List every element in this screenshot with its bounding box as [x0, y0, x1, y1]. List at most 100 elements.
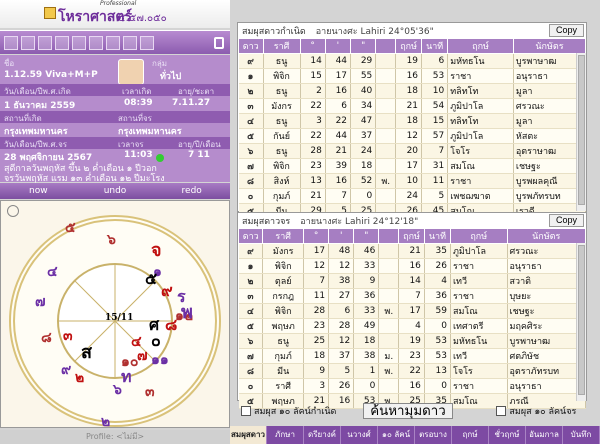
planet-glyph[interactable]: ๒	[75, 367, 84, 389]
planet-glyph[interactable]: ๕	[145, 267, 157, 292]
transit-time-value[interactable]: 11:03	[124, 150, 153, 160]
table-cell: 6	[328, 303, 355, 319]
planet-glyph[interactable]: ๖	[113, 379, 122, 401]
column-header[interactable]	[378, 228, 400, 244]
info-icon[interactable]	[140, 35, 154, 50]
scrollbar-thumb[interactable]	[578, 245, 585, 395]
tab-item[interactable]: อันมกาล	[526, 426, 563, 444]
table-row[interactable]: ๗กุมภ์ 18 37 38 ม. 23 53 เทวี ศตภิษัช	[238, 348, 587, 364]
column-header[interactable]: ฤกษ์	[398, 228, 425, 244]
table-row[interactable]: ๒ธนู 2 16 40 18 10 ทลิทโท มูลา	[238, 83, 587, 99]
document-icon[interactable]	[72, 35, 86, 50]
table-row[interactable]: ๙มังกร 17 48 46 21 35 ภูมิปาโล ศรวณะ	[238, 243, 587, 259]
table-row[interactable]: ๔พิจิก 28 6 33 พ. 17 59 สมโณ เชษฐะ	[238, 303, 587, 319]
house-number: ๙	[61, 362, 72, 378]
group-value[interactable]: ทั่วไป	[160, 69, 181, 83]
column-header[interactable]: นาที	[421, 38, 449, 54]
column-header[interactable]: ฤกษ์	[449, 228, 508, 244]
open-folder-icon[interactable]	[21, 35, 35, 50]
column-header[interactable]: ฤกษ์	[447, 38, 514, 54]
table-row[interactable]: ๐ราศี 3 26 0 16 0 ราชา อนุราธา	[238, 378, 587, 394]
table-cell: มูลา	[513, 83, 587, 99]
lock-icon[interactable]	[214, 36, 224, 49]
transit-ten-ascendant-checkbox[interactable]	[496, 406, 507, 416]
table-row[interactable]: ๘สิงห์ 13 16 52 พ. 10 11 ราชา บูรพผลคุณี	[238, 173, 587, 189]
table-row[interactable]: ๕กันย์ 22 44 37 12 57 ภูมิปาโล หัสตะ	[238, 128, 587, 144]
column-header[interactable]: ราศี	[262, 228, 305, 244]
tab-item[interactable]: ๑๐ ลัคน์	[378, 426, 415, 444]
tab-item[interactable]: นวางศ์	[341, 426, 378, 444]
column-header[interactable]: °	[299, 38, 326, 54]
birth-place-value[interactable]: กรุงเทพมหานคร	[4, 124, 68, 138]
planet-glyph[interactable]: ๐	[151, 329, 161, 354]
table-cell: 28	[303, 303, 330, 319]
list-icon[interactable]	[106, 35, 120, 50]
planet-glyph[interactable]: ส	[81, 337, 92, 366]
column-header[interactable]: "	[353, 228, 380, 244]
column-header[interactable]: ราศี	[262, 38, 301, 54]
table-row[interactable]: ๔ธนู 3 22 47 18 15 ทลิทโท มูลา	[238, 113, 587, 129]
tab-item[interactable]: ดรียางค์	[304, 426, 341, 444]
table-row[interactable]: ๕พฤษภ 23 28 49 4 0 เทศาตรี มฤคศิระ	[238, 318, 587, 334]
tab-item[interactable]: ตรอบาง	[415, 426, 452, 444]
column-header[interactable]: °	[303, 228, 330, 244]
planet-glyph[interactable]: ๓	[63, 325, 73, 347]
table-row[interactable]: ๓มังกร 22 6 34 21 54 ภูมิปาโล ศรวณะ	[238, 98, 587, 114]
table-row[interactable]: ๖ธนู 25 12 18 19 53 มหัทธโน บูรพาษาฒ	[238, 333, 587, 349]
column-header[interactable]: '	[324, 38, 352, 54]
birth-ten-ascendant-checkbox[interactable]	[241, 406, 251, 416]
planet-glyph[interactable]: ๘	[165, 313, 177, 338]
save-icon[interactable]	[38, 35, 52, 50]
table-row[interactable]: ๗พิจิก 23 39 18 17 31 สมโณ เชษฐะ	[238, 158, 587, 174]
scrollbar[interactable]	[576, 53, 586, 211]
table-row[interactable]: ๖ธนู 28 21 24 20 7 โจโร อุตราษาฒ	[238, 143, 587, 159]
scrollbar[interactable]	[576, 243, 586, 401]
table-row[interactable]: ๘มีน 9 5 1 พ. 22 13 โจโร อุตราภัทรบท	[238, 363, 587, 379]
table-row[interactable]: ๐กุมภ์ 21 7 0 24 5 เพชฌฆาต บูรพภัทรบท	[238, 188, 587, 204]
now-button[interactable]: now	[0, 186, 77, 196]
table-row[interactable]: ๑พิจิก 15 17 55 16 53 ราชา อนุราธา	[238, 68, 587, 84]
column-header[interactable]	[375, 38, 397, 54]
tab-item[interactable]: ชั่วฤกษ์	[489, 426, 526, 444]
find-aspect-button[interactable]: ค้นหามุมดาว	[363, 403, 453, 419]
column-header[interactable]: '	[328, 228, 355, 244]
book-icon[interactable]	[89, 35, 103, 50]
planet-glyph[interactable]: จ	[151, 235, 162, 264]
column-header[interactable]: ดาว	[237, 228, 264, 244]
planet-glyph[interactable]: ๔	[131, 331, 142, 353]
scrollbar-thumb[interactable]	[578, 55, 585, 205]
column-header[interactable]: นาที	[423, 228, 451, 244]
table-cell: 11	[421, 173, 449, 189]
settings-icon[interactable]	[7, 205, 19, 217]
column-header[interactable]: ฤกษ์	[395, 38, 423, 54]
column-header[interactable]: "	[350, 38, 377, 54]
birth-date-value[interactable]: 1 ธันวาคม 2559	[4, 98, 75, 112]
table-cell	[378, 288, 400, 304]
redo-button[interactable]: redo	[153, 186, 230, 196]
edit-icon[interactable]	[123, 35, 137, 50]
column-header[interactable]: นักษัตร	[512, 38, 587, 54]
copy-button[interactable]: Copy	[548, 214, 584, 227]
avatar[interactable]	[118, 59, 144, 85]
print-icon[interactable]	[55, 35, 69, 50]
table-row[interactable]: ๒ตุลย์ 7 38 9 14 4 เทวี สวาติ	[238, 273, 587, 289]
planet-glyph[interactable]: ท	[121, 365, 132, 390]
subject-name[interactable]: 1.12.59 Viva+M+P	[4, 70, 98, 80]
current-place-value[interactable]: กรุงเทพมหานคร	[118, 124, 182, 138]
column-header[interactable]: ดาว	[238, 38, 264, 54]
tab-item[interactable]: ภักษา	[267, 426, 304, 444]
table-row[interactable]: ๓กรกฎ 11 27 36 7 36 ราชา บุษยะ	[238, 288, 587, 304]
new-file-icon[interactable]	[4, 35, 18, 50]
copy-button[interactable]: Copy	[548, 24, 584, 37]
birth-time-value[interactable]: 08:39	[124, 98, 153, 108]
column-header[interactable]: นักษัตร	[506, 228, 587, 244]
planet-glyph[interactable]: ๙	[161, 279, 173, 304]
tab-item[interactable]: ฤกษ์	[452, 426, 489, 444]
tab-item[interactable]: บันทึก	[563, 426, 600, 444]
table-row[interactable]: ๑พิจิก 12 12 33 16 26 ราชา อนุราธา	[238, 258, 587, 274]
planet-glyph[interactable]: พ	[181, 297, 193, 326]
horoscope-chart[interactable]: 15/11 ๕ ๖ ๗ ๘ ๙ ๑๐ ๑๑ ๑๒ ๑ ๒ ๓ ๔ จ ๕ ๙ ร…	[0, 200, 230, 430]
table-row[interactable]: ๙ธนู 14 44 29 19 6 มหัทธโน บูรพาษาฒ	[238, 53, 587, 69]
tab-item[interactable]: สมผุสดาว	[230, 426, 267, 444]
undo-button[interactable]: undo	[77, 186, 154, 196]
